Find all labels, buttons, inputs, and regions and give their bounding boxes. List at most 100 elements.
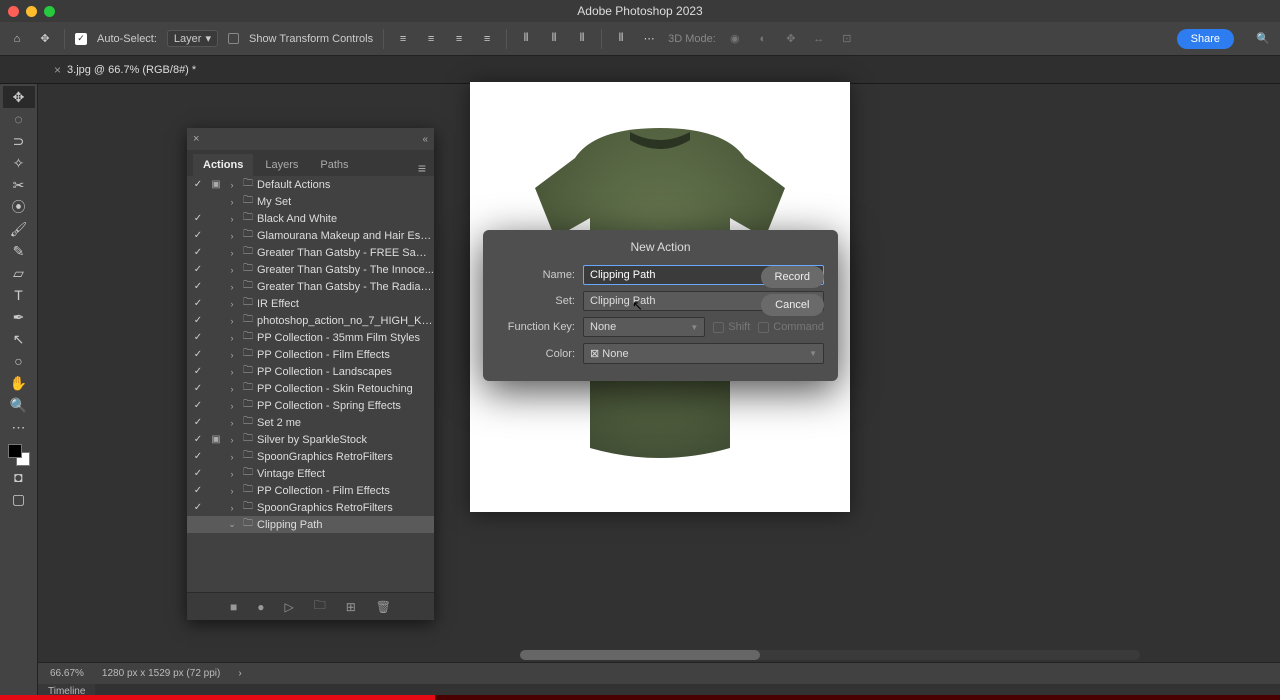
action-row[interactable]: ✓›🗀PP Collection - Film Effects [187,346,434,363]
modal-icon[interactable]: ▣ [207,179,225,190]
fn-select[interactable]: None▼ [583,317,705,337]
action-row[interactable]: ✓›🗀SpoonGraphics RetroFilters [187,499,434,516]
mask-mode[interactable]: ◘ [3,466,35,488]
toggle-icon[interactable]: ✓ [189,298,207,309]
auto-select-checkbox[interactable]: ✓ [75,33,87,45]
action-row[interactable]: ✓▣›🗀Default Actions [187,176,434,193]
h-scrollbar[interactable] [520,650,1140,660]
toggle-icon[interactable]: ✓ [189,332,207,343]
auto-select-target[interactable]: Layer▾ [167,30,218,47]
align-left-icon[interactable]: ≡ [394,30,412,48]
cancel-button[interactable]: Cancel [761,294,824,316]
expand-icon[interactable]: › [225,435,239,445]
shape-tool[interactable]: ○ [3,350,35,372]
action-row[interactable]: ✓›🗀PP Collection - Skin Retouching [187,380,434,397]
align-center-icon[interactable]: ≡ [422,30,440,48]
scale-icon[interactable]: ⊡ [838,30,856,48]
move-tool-icon[interactable]: ✥ [36,30,54,48]
wand-tool[interactable]: ✧ [3,152,35,174]
hand-tool[interactable]: ✋ [3,372,35,394]
toggle-icon[interactable]: ✓ [189,485,207,496]
toggle-icon[interactable]: ✓ [189,400,207,411]
toggle-icon[interactable]: ✓ [189,366,207,377]
expand-icon[interactable]: › [225,367,239,377]
document-tab[interactable]: × 3.jpg @ 66.7% (RGB/8#) * [46,58,204,82]
toggle-icon[interactable]: ✓ [189,434,207,445]
action-row[interactable]: ✓▣›🗀Silver by SparkleStock [187,431,434,448]
expand-icon[interactable]: › [225,282,239,292]
collapse-panel-icon[interactable]: « [422,134,428,145]
action-row[interactable]: ✓›🗀Glamourana Makeup and Hair Ess... [187,227,434,244]
toggle-icon[interactable]: ✓ [189,264,207,275]
stop-icon[interactable]: ■ [230,600,237,614]
expand-icon[interactable]: › [225,452,239,462]
new-set-icon[interactable]: 🗀 [314,596,326,617]
toggle-icon[interactable]: ✓ [189,468,207,479]
align-top-icon[interactable]: ≡ [478,30,496,48]
transform-checkbox[interactable] [228,33,239,44]
record-icon[interactable]: ● [257,600,264,614]
action-row[interactable]: ✓›🗀Greater Than Gatsby - The Innoce... [187,261,434,278]
action-row[interactable]: ›🗀My Set [187,193,434,210]
move-tool[interactable]: ✥ [3,86,35,108]
expand-icon[interactable]: › [225,503,239,513]
action-row[interactable]: ✓›🗀PP Collection - Spring Effects [187,397,434,414]
expand-icon[interactable]: › [225,401,239,411]
zoom-window[interactable] [44,6,55,17]
crop-tool[interactable]: ✂ [3,174,35,196]
tab-paths[interactable]: Paths [310,154,358,176]
status-chevron-icon[interactable]: › [238,668,241,679]
toggle-icon[interactable]: ✓ [189,247,207,258]
action-row[interactable]: ✓›🗀Vintage Effect [187,465,434,482]
slide-icon[interactable]: ↔ [810,30,828,48]
play-icon[interactable]: ▷ [284,600,293,614]
expand-icon[interactable]: › [225,214,239,224]
expand-icon[interactable]: ⌄ [225,519,239,530]
distribute-v-icon[interactable]: ⫴ [545,30,563,48]
expand-icon[interactable]: › [225,469,239,479]
roll-icon[interactable]: ◐ [754,30,772,48]
expand-icon[interactable]: › [225,418,239,428]
action-row[interactable]: ✓›🗀Greater Than Gatsby - FREE Samp... [187,244,434,261]
minimize-window[interactable] [26,6,37,17]
action-row[interactable]: ✓›🗀Black And White [187,210,434,227]
expand-icon[interactable]: › [225,231,239,241]
gradient-tool[interactable]: ▱ [3,262,35,284]
expand-icon[interactable]: › [225,180,239,190]
zoom-tool[interactable]: 🔍 [3,394,35,416]
align-right-icon[interactable]: ≡ [450,30,468,48]
toggle-icon[interactable]: ✓ [189,281,207,292]
expand-icon[interactable]: › [225,248,239,258]
brush-tool[interactable]: 🖌 [3,218,35,240]
modal-icon[interactable]: ▣ [207,434,225,445]
tab-actions[interactable]: Actions [193,154,253,176]
expand-icon[interactable]: › [225,265,239,275]
expand-icon[interactable]: › [225,197,239,207]
marquee-tool[interactable]: ◌ [3,108,35,130]
distribute-spacing-icon[interactable]: ⫴ [573,30,591,48]
toggle-icon[interactable]: ✓ [189,417,207,428]
action-row[interactable]: ✓›🗀photoshop_action_no_7_HIGH_KE... [187,312,434,329]
eyedropper-tool[interactable]: ⦿ [3,196,35,218]
action-row[interactable]: ✓›🗀PP Collection - Landscapes [187,363,434,380]
toggle-icon[interactable]: ✓ [189,502,207,513]
action-row[interactable]: ✓›🗀Greater Than Gatsby - The Radian... [187,278,434,295]
lasso-tool[interactable]: ⊃ [3,130,35,152]
toggle-icon[interactable]: ✓ [189,179,207,190]
video-progress[interactable] [0,695,1280,700]
expand-icon[interactable]: › [225,350,239,360]
new-action-icon[interactable]: ⊞ [346,600,356,614]
align-to-icon[interactable]: ⫴ [612,30,630,48]
tab-layers[interactable]: Layers [255,154,308,176]
close-tab-icon[interactable]: × [54,63,61,77]
close-panel-icon[interactable]: × [193,133,199,145]
pan-icon[interactable]: ✥ [782,30,800,48]
action-row[interactable]: ✓›🗀IR Effect [187,295,434,312]
action-row[interactable]: ✓›🗀SpoonGraphics RetroFilters [187,448,434,465]
distribute-h-icon[interactable]: ⫴ [517,30,535,48]
toggle-icon[interactable]: ✓ [189,451,207,462]
color-select[interactable]: ⊠ None▼ [583,343,824,364]
share-button[interactable]: Share [1177,29,1234,49]
expand-icon[interactable]: › [225,316,239,326]
text-tool[interactable]: T [3,284,35,306]
